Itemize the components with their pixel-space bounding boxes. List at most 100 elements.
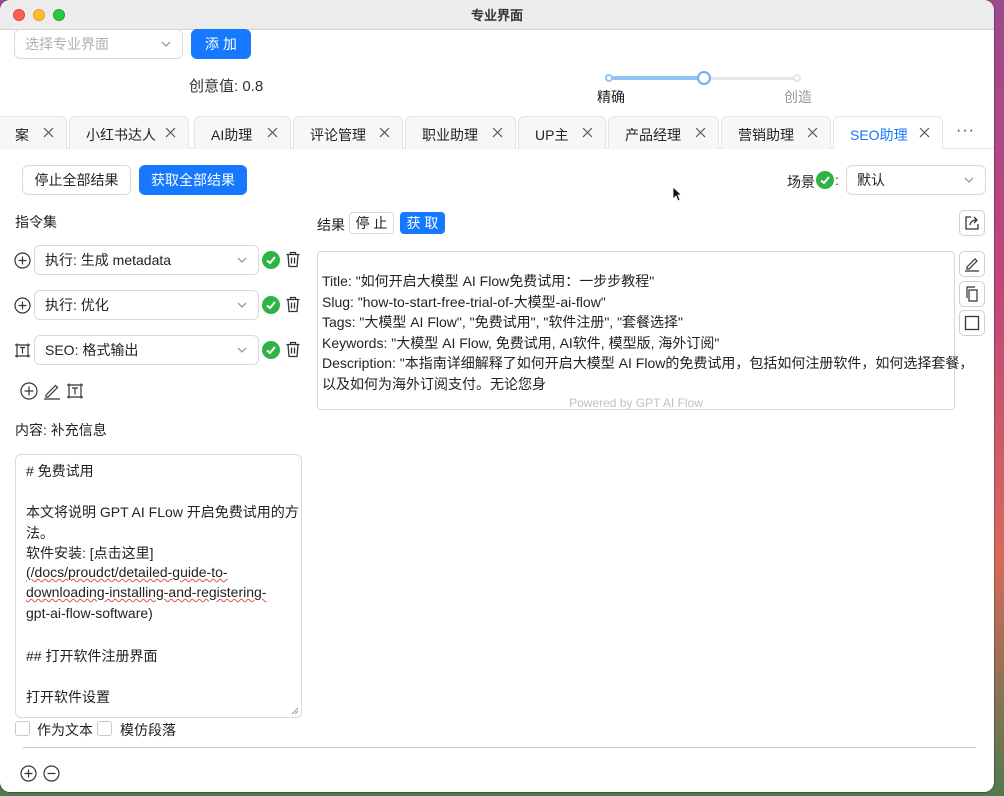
instruction-select-2[interactable]: 执行: 优化 bbox=[34, 290, 259, 320]
more-tabs-button[interactable]: ··· bbox=[956, 122, 975, 140]
add-panel-icon[interactable] bbox=[20, 765, 37, 782]
close-icon[interactable] bbox=[165, 127, 176, 138]
format-icon[interactable] bbox=[66, 382, 84, 400]
add-instruction-icon[interactable] bbox=[20, 382, 38, 400]
tab-label: 营销助理 bbox=[738, 127, 794, 143]
slider-max-label: 创造 bbox=[784, 89, 812, 105]
share-icon bbox=[965, 216, 979, 230]
mimic-paragraph-checkbox[interactable] bbox=[97, 721, 112, 736]
remove-panel-icon[interactable] bbox=[43, 765, 60, 782]
tab-2[interactable]: 小红书达人 bbox=[69, 116, 189, 149]
check-icon bbox=[262, 296, 280, 314]
trash-icon[interactable] bbox=[285, 341, 301, 358]
format-icon[interactable] bbox=[14, 342, 31, 359]
instruction-select-3[interactable]: SEO: 格式输出 bbox=[34, 335, 259, 365]
result-output: Title: "如何开启大模型 AI Flow免费试用：一步步教程" Slug:… bbox=[317, 251, 973, 410]
plus-circle-icon[interactable] bbox=[14, 297, 31, 314]
title-bar: 专业界面 bbox=[0, 0, 994, 30]
slider-dot-end bbox=[793, 74, 801, 82]
chevron-down-icon bbox=[237, 302, 247, 308]
tab-8[interactable]: 营销助理 bbox=[721, 116, 831, 149]
scene-label: 场景 bbox=[787, 174, 815, 190]
interface-select[interactable]: 选择专业界面 bbox=[14, 29, 183, 59]
edit-icon[interactable] bbox=[43, 382, 61, 400]
tab-bar: 案 小红书达人 AI助理 评论管理 职业助理 UP主 产品经理 营销助理 SEO… bbox=[0, 116, 994, 149]
resize-grip-icon[interactable] bbox=[291, 707, 299, 715]
slider-dot-start bbox=[605, 74, 613, 82]
share-button[interactable] bbox=[959, 210, 985, 236]
content-line: 法。 bbox=[26, 525, 54, 541]
instruction-select-value: SEO: 格式输出 bbox=[45, 342, 139, 358]
content-line: (/docs/proudct/detailed-guide-to- bbox=[26, 564, 228, 580]
tab-label: 小红书达人 bbox=[86, 127, 156, 143]
content-line: 打开软件设置 bbox=[26, 689, 110, 705]
tab-label: UP主 bbox=[535, 127, 569, 143]
add-button[interactable]: 添 加 bbox=[191, 29, 251, 59]
result-line: 以及如何为海外订阅支付。无论您身 bbox=[322, 376, 546, 392]
scene-select-value: 默认 bbox=[857, 172, 885, 188]
copy-icon bbox=[966, 286, 978, 302]
close-icon[interactable] bbox=[919, 127, 930, 138]
result-line: Slug: "how-to-start-free-trial-of-大模型-ai… bbox=[322, 294, 606, 310]
window-controls bbox=[13, 9, 65, 21]
slider-min-label: 精确 bbox=[597, 89, 625, 105]
tab-1[interactable]: 案 bbox=[0, 116, 67, 149]
stop-button[interactable]: 停 止 bbox=[349, 212, 394, 234]
minimize-window-button[interactable] bbox=[33, 9, 45, 21]
scene-check-icon bbox=[816, 171, 834, 189]
select-result-button[interactable] bbox=[959, 310, 985, 336]
get-button[interactable]: 获 取 bbox=[400, 212, 445, 234]
check-icon bbox=[262, 341, 280, 359]
creativity-label: 创意值: 0.8 bbox=[189, 78, 264, 95]
tab-5[interactable]: 职业助理 bbox=[405, 116, 516, 149]
trash-icon[interactable] bbox=[285, 296, 301, 313]
tab-label: 评论管理 bbox=[310, 127, 366, 143]
result-line: Title: "如何开启大模型 AI Flow免费试用：一步步教程" bbox=[322, 273, 655, 289]
tab-6[interactable]: UP主 bbox=[518, 116, 606, 149]
slider-handle[interactable] bbox=[697, 71, 711, 85]
scene-select[interactable]: 默认 bbox=[846, 165, 986, 195]
slider-fill bbox=[609, 76, 704, 80]
scene-colon: : bbox=[835, 172, 839, 188]
instruction-select-value: 执行: 生成 metadata bbox=[45, 252, 172, 268]
copy-result-button[interactable] bbox=[959, 281, 985, 307]
close-window-button[interactable] bbox=[13, 9, 25, 21]
close-icon[interactable] bbox=[807, 127, 818, 138]
plus-circle-icon[interactable] bbox=[14, 252, 31, 269]
mimic-paragraph-label: 模仿段落 bbox=[120, 722, 176, 738]
chevron-down-icon bbox=[237, 347, 247, 353]
content-line: # 免费试用 bbox=[26, 463, 94, 479]
chevron-down-icon bbox=[161, 41, 171, 47]
stop-all-button[interactable]: 停止全部结果 bbox=[22, 165, 131, 195]
content-textarea[interactable]: # 免费试用 本文将说明 GPT AI FLow 开启免费试用的方 法。 软件安… bbox=[15, 454, 302, 718]
tab-4[interactable]: 评论管理 bbox=[293, 116, 403, 149]
close-icon[interactable] bbox=[379, 127, 390, 138]
content-line: downloading-installing-and-registering- bbox=[26, 584, 267, 600]
as-text-checkbox[interactable] bbox=[15, 721, 30, 736]
get-all-button[interactable]: 获取全部结果 bbox=[139, 165, 247, 195]
tab-label: 案 bbox=[15, 127, 29, 143]
result-label: 结果 bbox=[317, 217, 345, 233]
content-label: 内容: 补充信息 bbox=[15, 422, 107, 438]
close-icon[interactable] bbox=[43, 127, 54, 138]
square-icon bbox=[964, 315, 980, 331]
tab-label: 职业助理 bbox=[422, 127, 478, 143]
as-text-label: 作为文本 bbox=[37, 722, 93, 738]
instruction-select-value: 执行: 优化 bbox=[45, 297, 109, 313]
divider bbox=[23, 747, 976, 748]
close-icon[interactable] bbox=[695, 127, 706, 138]
tab-3[interactable]: AI助理 bbox=[194, 116, 291, 149]
result-line: Description: "本指南详细解释了如何开启大模型 AI Flow的免费… bbox=[322, 355, 974, 371]
tab-7[interactable]: 产品经理 bbox=[608, 116, 719, 149]
close-icon[interactable] bbox=[267, 127, 278, 138]
tab-seo-assistant[interactable]: SEO助理 bbox=[833, 116, 943, 149]
close-icon[interactable] bbox=[582, 127, 593, 138]
content-line: 本文将说明 GPT AI FLow 开启免费试用的方 bbox=[26, 504, 299, 520]
window-title: 专业界面 bbox=[470, 8, 523, 23]
instruction-select-1[interactable]: 执行: 生成 metadata bbox=[34, 245, 259, 275]
trash-icon[interactable] bbox=[285, 251, 301, 268]
edit-result-button[interactable] bbox=[959, 251, 985, 277]
zoom-window-button[interactable] bbox=[53, 9, 65, 21]
interface-select-placeholder: 选择专业界面 bbox=[25, 36, 109, 52]
close-icon[interactable] bbox=[492, 127, 503, 138]
